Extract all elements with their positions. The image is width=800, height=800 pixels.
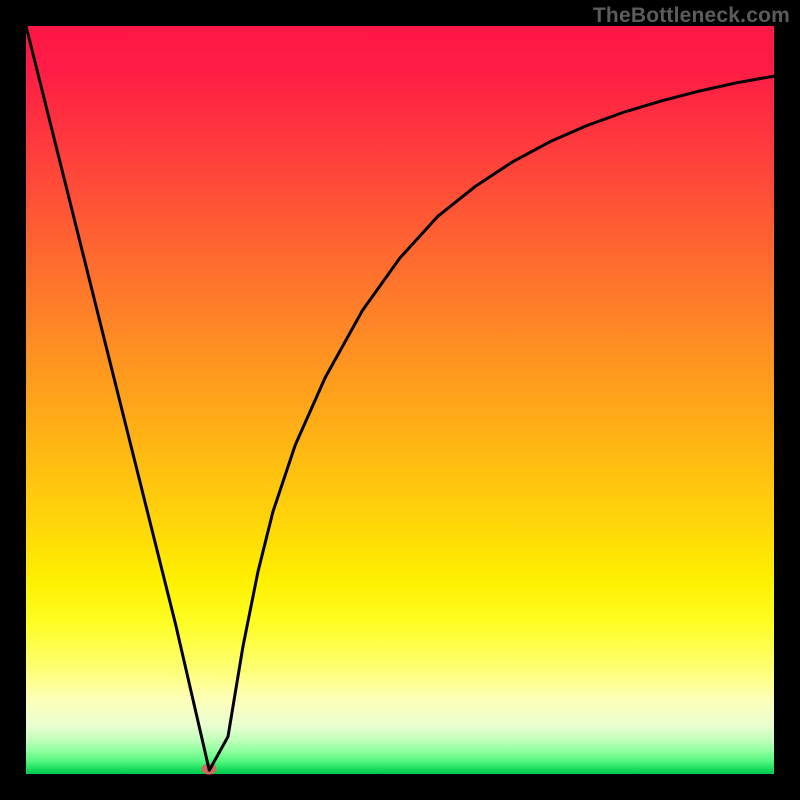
chart-frame: TheBottleneck.com bbox=[0, 0, 800, 800]
watermark-text: TheBottleneck.com bbox=[593, 4, 790, 28]
curve-path bbox=[26, 26, 774, 770]
plot-area bbox=[26, 26, 774, 774]
bottleneck-curve bbox=[26, 26, 774, 774]
